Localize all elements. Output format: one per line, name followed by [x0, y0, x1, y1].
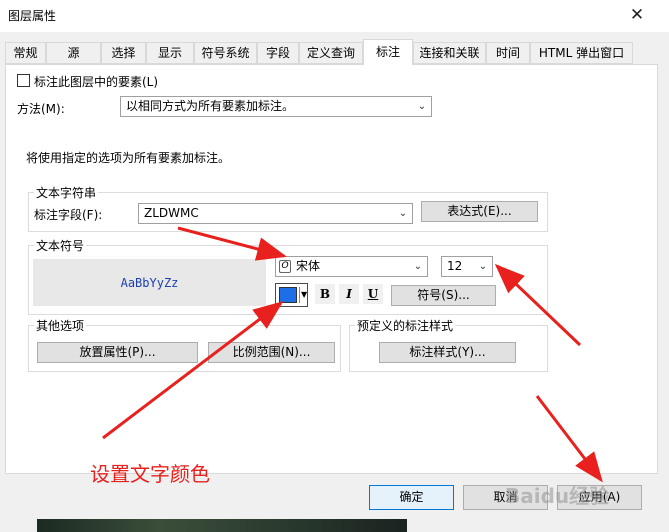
tab-display[interactable]: 显示 — [146, 42, 194, 64]
other-options-group-title: 其他选项 — [34, 319, 87, 333]
map-background — [37, 519, 407, 532]
expression-button[interactable]: 表达式(E)... — [421, 201, 538, 222]
font-name-value: 宋体 — [296, 259, 321, 273]
preview-text: AaBbYyZz — [120, 276, 179, 290]
text-symbol-group-title: 文本符号 — [34, 239, 87, 253]
scale-range-button[interactable]: 比例范围(N)... — [208, 342, 335, 363]
window-title: 图层属性 — [8, 9, 57, 23]
label-features-label: 标注此图层中的要素(L) — [34, 75, 159, 89]
tab-labels[interactable]: 标注 — [363, 39, 413, 65]
info-text: 将使用指定的选项为所有要素加标注。 — [26, 151, 231, 165]
label-field-label: 标注字段(F): — [34, 208, 103, 222]
tab-symbology[interactable]: 符号系统 — [194, 42, 257, 64]
chevron-down-icon: ⌄ — [413, 261, 423, 272]
label-field-value: ZLDWMC — [144, 206, 199, 220]
tab-general[interactable]: 常规 — [5, 42, 46, 64]
label-features-checkbox[interactable] — [17, 74, 30, 87]
chevron-down-icon: ⌄ — [478, 261, 488, 272]
symbol-button[interactable]: 符号(S)... — [391, 285, 496, 306]
color-swatch — [279, 287, 297, 303]
text-string-group-title: 文本字符串 — [34, 186, 99, 200]
tab-time[interactable]: 时间 — [486, 42, 530, 64]
tab-html-popup[interactable]: HTML 弹出窗口 — [530, 42, 633, 64]
title-bar — [0, 0, 669, 32]
tab-definition-query[interactable]: 定义查询 — [299, 42, 363, 64]
color-picker-button[interactable]: ▼ — [275, 283, 308, 307]
ok-button[interactable]: 确定 — [369, 485, 454, 510]
method-label: 方法(M): — [17, 102, 65, 116]
method-select-value: 以相同方式为所有要素加标注。 — [126, 99, 295, 113]
font-size-value: 12 — [447, 259, 463, 273]
font-name-select[interactable]: O 宋体 ⌄ — [275, 256, 428, 277]
tab-selection[interactable]: 选择 — [101, 42, 146, 64]
placement-properties-button[interactable]: 放置属性(P)... — [37, 342, 198, 363]
predefined-styles-group-title: 预定义的标注样式 — [355, 319, 456, 333]
font-size-select[interactable]: 12 ⌄ — [441, 256, 493, 277]
tab-fields[interactable]: 字段 — [257, 42, 299, 64]
font-type-icon: O — [279, 260, 291, 273]
chevron-down-icon: ⌄ — [398, 208, 408, 219]
watermark-text: Baidu经验 — [505, 484, 610, 508]
annotation-text: 设置文字颜色 — [90, 462, 210, 486]
label-styles-button[interactable]: 标注样式(Y)... — [379, 342, 516, 363]
tab-source[interactable]: 源 — [46, 42, 101, 64]
method-select[interactable]: 以相同方式为所有要素加标注。 ⌄ — [120, 96, 432, 117]
close-icon[interactable]: ✕ — [626, 4, 648, 26]
underline-button[interactable]: U — [363, 284, 383, 304]
tab-joins-relates[interactable]: 连接和关联 — [413, 42, 486, 64]
bold-button[interactable]: B — [315, 284, 335, 304]
chevron-down-icon: ⌄ — [417, 101, 427, 112]
label-field-select[interactable]: ZLDWMC ⌄ — [138, 203, 413, 224]
caret-down-icon: ▼ — [301, 290, 308, 299]
italic-button[interactable]: I — [339, 284, 359, 304]
